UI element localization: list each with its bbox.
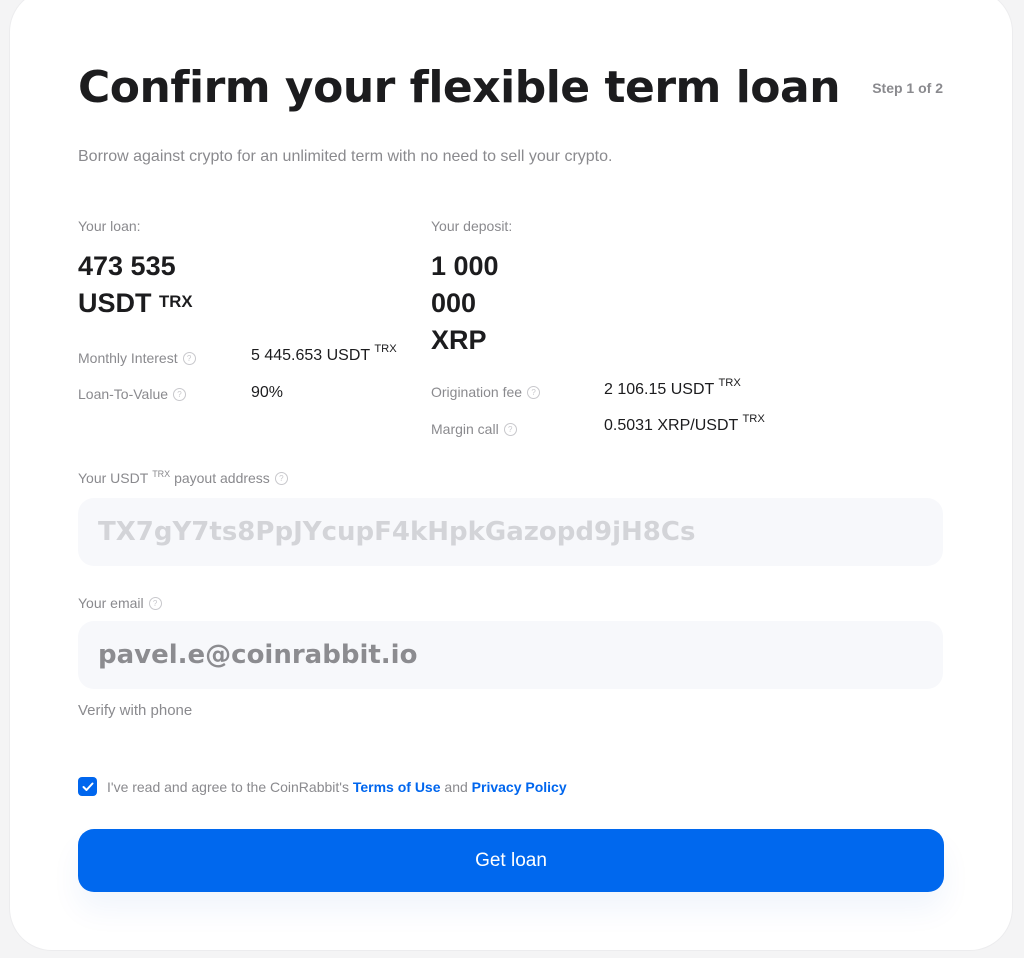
terms-of-use-link[interactable]: Terms of Use [353,779,441,795]
loan-amount-value: 473 535 [78,251,176,281]
loan-amount: 473 535 USDT TRX [78,248,193,322]
email-label-text: Your email [78,595,144,611]
terms-agreement: I've read and agree to the CoinRabbit's … [78,777,567,796]
margin-call-amount: 0.5031 XRP/USDT [604,417,738,434]
ltv-label: Loan-To-Value [78,386,169,402]
privacy-policy-link[interactable]: Privacy Policy [472,779,567,795]
email-label: Your email? [78,595,162,611]
origination-fee-label: Origination fee [431,384,523,400]
step-indicator: Step 1 of 2 [872,80,943,96]
loan-currency: USDT TRX [78,285,193,322]
verify-with-phone-link[interactable]: Verify with phone [78,702,192,719]
payout-address-label: Your USDT TRX payout address? [78,469,288,486]
agreement-text: I've read and agree to the CoinRabbit's [107,778,349,795]
deposit-amount-line2: 000 [431,288,477,318]
loan-network: TRX [159,292,193,311]
margin-call-value: 0.5031 XRP/USDT TRX [604,413,765,435]
help-icon[interactable]: ? [173,387,187,401]
ltv-row: Loan-To-Value? 90% [78,384,283,402]
help-icon[interactable]: ? [148,596,162,610]
help-icon[interactable]: ? [527,385,541,399]
help-icon[interactable]: ? [182,351,196,365]
email-input[interactable]: pavel.e@coinrabbit.io [78,621,943,689]
monthly-interest-amount: 5 445.653 USDT [251,347,370,364]
checkmark-icon [82,782,93,791]
payout-label-suffix: payout address [174,470,270,486]
loan-currency-code: USDT [78,288,152,318]
origination-fee-value: 2 106.15 USDT TRX [604,377,741,399]
payout-label-network: TRX [152,469,171,479]
origination-fee-row: Origination fee? 2 106.15 USDT TRX [431,377,741,400]
margin-call-label: Margin call [431,421,499,437]
monthly-interest-value: 5 445.653 USDT TRX [251,343,397,365]
margin-call-network: TRX [742,413,765,425]
origination-fee-network: TRX [718,377,741,389]
deposit-currency: XRP [431,325,487,355]
margin-call-row: Margin call? 0.5031 XRP/USDT TRX [431,413,765,437]
loan-label: Your loan: [78,218,141,234]
origination-fee-amount: 2 106.15 USDT [604,381,714,398]
payout-address-input[interactable]: TX7gY7ts8PpJYcupF4kHpkGazopd9jH8Cs [78,498,943,566]
get-loan-button[interactable]: Get loan [78,829,944,892]
ltv-value: 90% [251,384,284,401]
page-subtitle: Borrow against crypto for an unlimited t… [78,148,613,165]
page-title: Confirm your flexible term loan [78,62,841,113]
monthly-interest-network: TRX [374,343,397,355]
help-icon[interactable]: ? [503,422,517,436]
deposit-amount-line1: 1 000 [431,251,499,281]
agreement-and: and [444,778,468,795]
deposit-label: Your deposit: [431,218,513,234]
monthly-interest-label: Monthly Interest [78,350,178,366]
deposit-amount: 1 000 000 XRP [431,248,499,359]
payout-label-prefix: Your USDT [78,470,149,486]
monthly-interest-row: Monthly Interest? 5 445.653 USDT TRX [78,343,397,366]
agree-checkbox[interactable] [78,777,97,796]
help-icon[interactable]: ? [274,471,288,485]
